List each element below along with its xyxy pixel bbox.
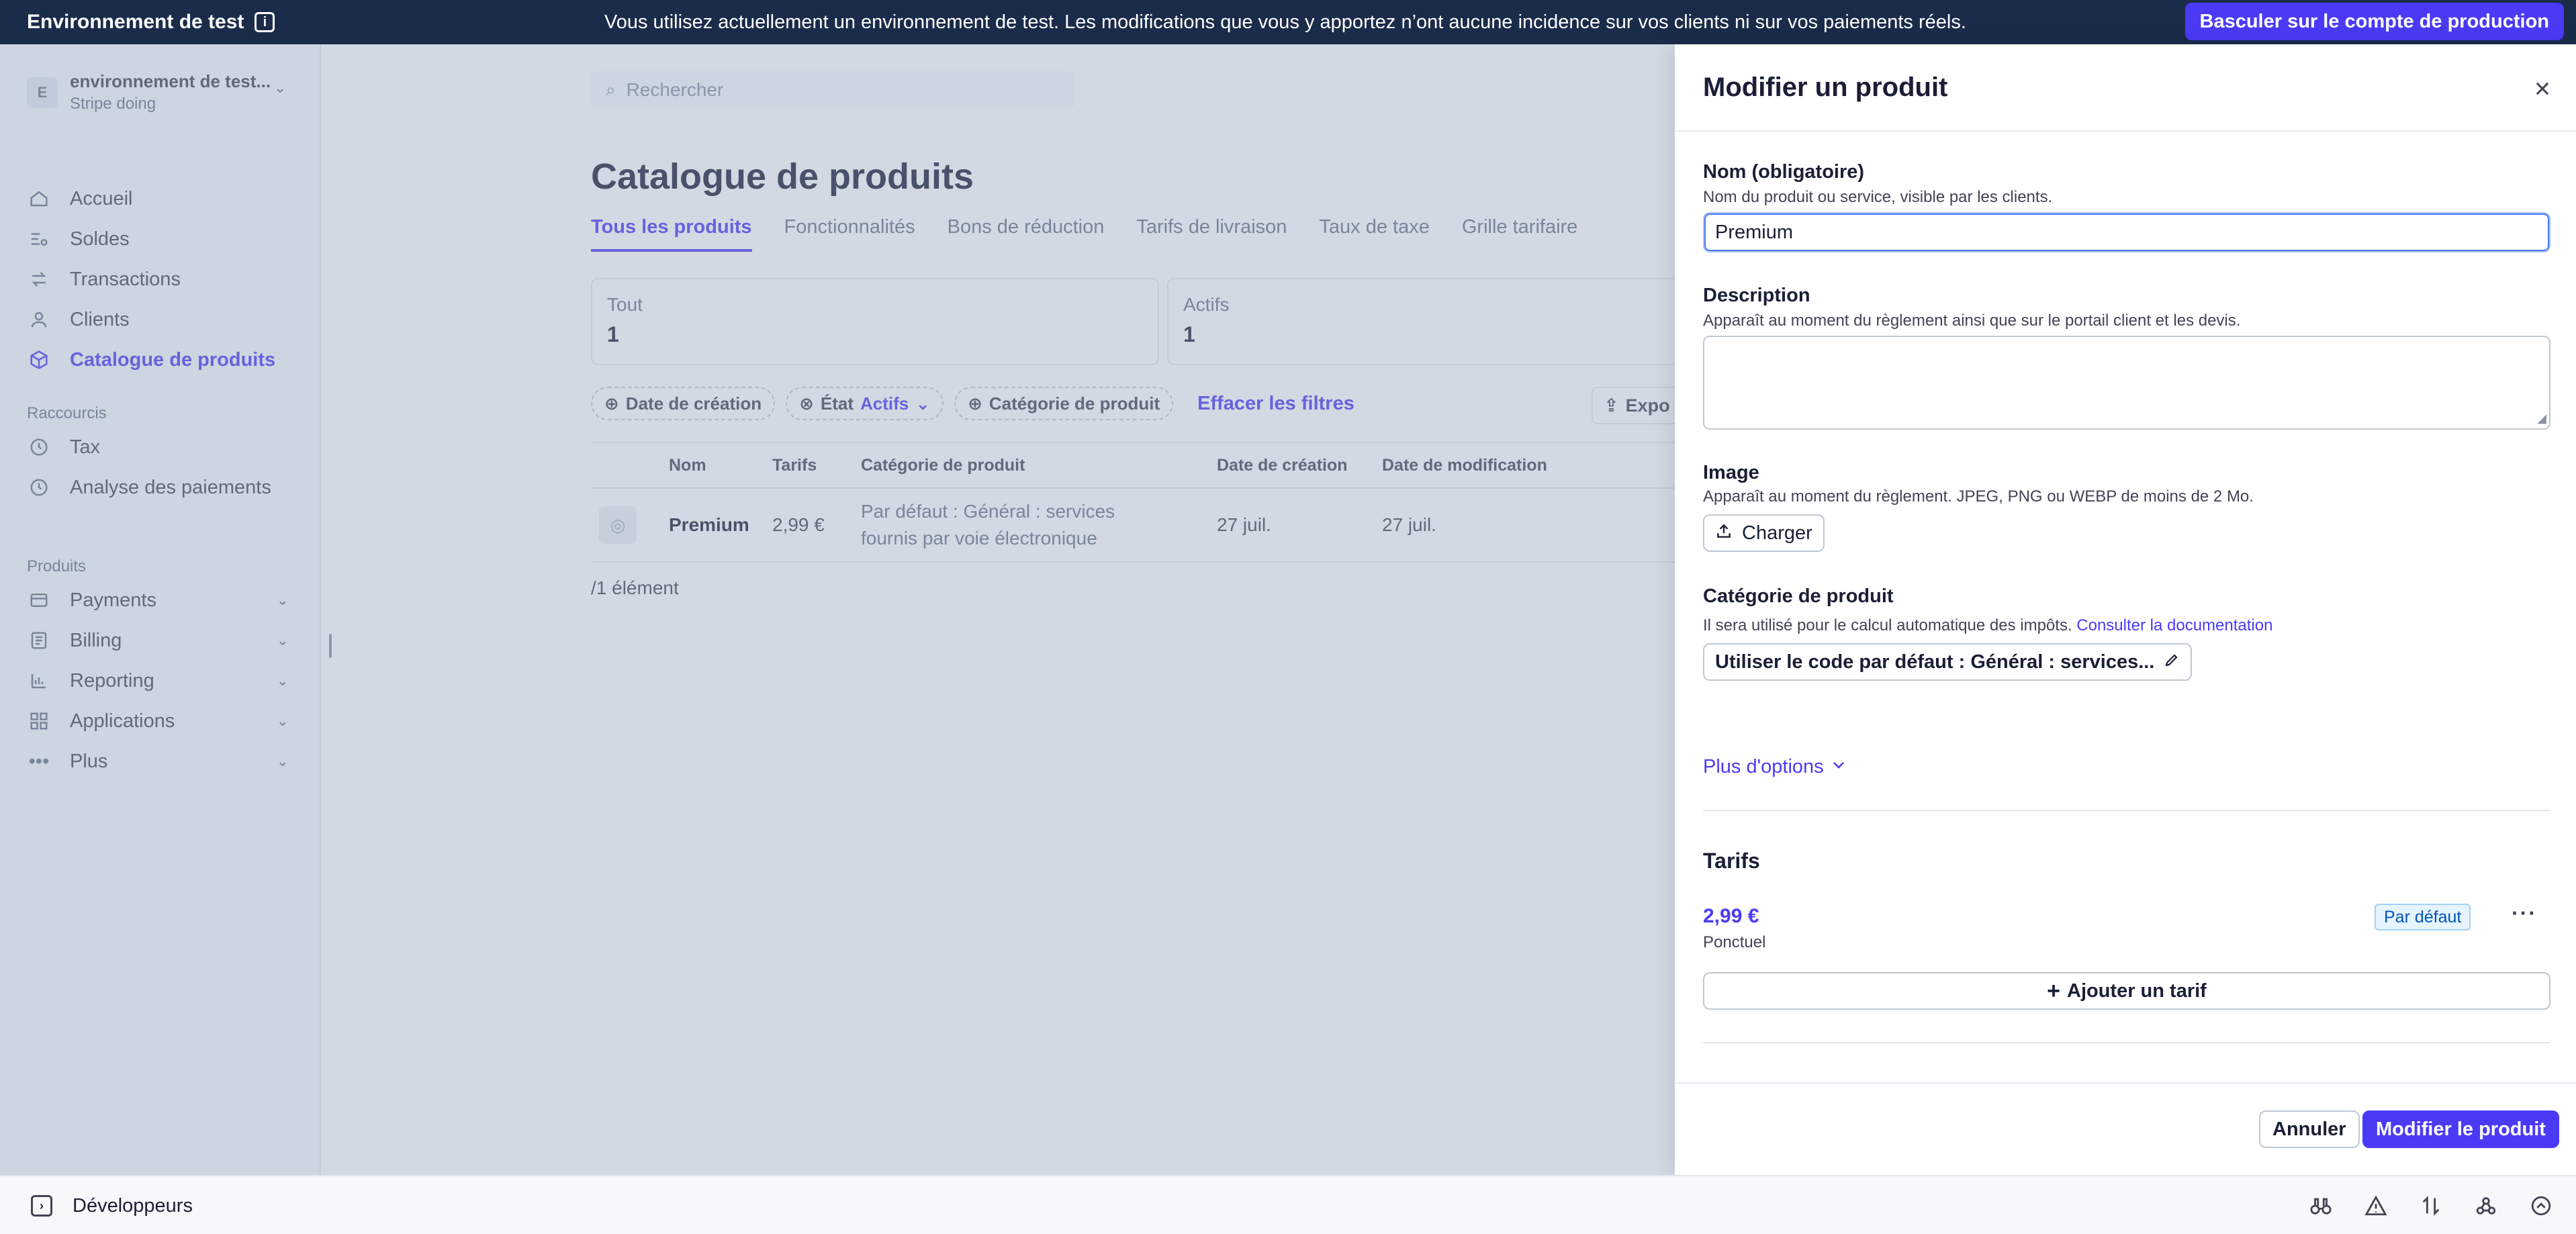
modal-backdrop[interactable] bbox=[0, 44, 1675, 1175]
divider bbox=[1703, 810, 2550, 811]
add-price-button[interactable]: + Ajouter un tarif bbox=[1703, 972, 2550, 1010]
category-label: Catégorie de produit bbox=[1703, 585, 1894, 607]
plus-icon: + bbox=[2047, 978, 2060, 1004]
submit-edit-product-button[interactable]: Modifier le produit bbox=[2362, 1110, 2559, 1148]
sort-arrows-icon[interactable] bbox=[2419, 1194, 2443, 1218]
tax-category-button[interactable]: Utiliser le code par défaut : Général : … bbox=[1703, 643, 2193, 681]
upload-icon bbox=[1715, 522, 1733, 544]
category-help: Il sera utilisé pour le calcul automatiq… bbox=[1703, 616, 2072, 634]
more-options-label: Plus d'options bbox=[1703, 756, 1824, 777]
more-options-toggle[interactable]: Plus d'options bbox=[1703, 756, 1847, 778]
chevron-up-circle-icon[interactable] bbox=[2529, 1194, 2553, 1218]
add-price-label: Ajouter un tarif bbox=[2067, 980, 2207, 1002]
name-help: Nom du produit ou service, visible par l… bbox=[1703, 188, 2053, 206]
divider bbox=[1703, 1042, 2550, 1043]
info-icon[interactable]: i bbox=[255, 12, 275, 32]
developers-toggle[interactable]: › Développeurs bbox=[31, 1176, 193, 1234]
pencil-icon bbox=[2164, 651, 2180, 673]
warning-icon[interactable] bbox=[2364, 1194, 2388, 1218]
price-amount[interactable]: 2,99 € bbox=[1703, 905, 1759, 928]
resize-grip-icon[interactable]: ◢ bbox=[2537, 412, 2546, 426]
tax-category-value: Utiliser le code par défaut : Général : … bbox=[1715, 651, 2155, 673]
upload-image-button[interactable]: Charger bbox=[1703, 514, 1825, 552]
terminal-icon: › bbox=[31, 1195, 52, 1217]
close-icon[interactable] bbox=[2529, 75, 2556, 102]
developers-label: Développeurs bbox=[73, 1194, 193, 1217]
webhooks-icon[interactable] bbox=[2474, 1194, 2498, 1218]
default-price-badge: Par défaut bbox=[2375, 904, 2471, 931]
binoculars-icon[interactable] bbox=[2309, 1194, 2333, 1218]
image-help: Apparaît au moment du règlement. JPEG, P… bbox=[1703, 487, 2254, 506]
developers-toolbar bbox=[2309, 1176, 2553, 1234]
prices-section-title: Tarifs bbox=[1703, 849, 1760, 873]
description-label: Description bbox=[1703, 285, 1810, 306]
price-type: Ponctuel bbox=[1703, 933, 1766, 951]
more-actions-icon[interactable]: ··· bbox=[2512, 901, 2537, 926]
drawer-footer: Annuler Modifier le produit bbox=[1675, 1082, 2576, 1175]
drawer-title: Modifier un produit bbox=[1703, 73, 1948, 102]
cancel-button[interactable]: Annuler bbox=[2259, 1110, 2360, 1148]
developers-bar: › Développeurs bbox=[0, 1175, 2576, 1234]
category-help-group: Il sera utilisé pour le calcul automatiq… bbox=[1703, 616, 2272, 635]
product-name-input[interactable]: Premium bbox=[1703, 212, 2550, 252]
description-help: Apparaît au moment du règlement ainsi qu… bbox=[1703, 312, 2241, 330]
description-textarea[interactable]: ◢ bbox=[1703, 336, 2550, 430]
test-environment-banner: Environnement de test i Vous utilisez ac… bbox=[0, 0, 2576, 44]
documentation-link[interactable]: Consulter la documentation bbox=[2076, 616, 2272, 634]
drawer-header: Modifier un produit bbox=[1675, 44, 2576, 132]
chevron-down-icon bbox=[1831, 756, 1847, 778]
image-label: Image bbox=[1703, 462, 1759, 483]
banner-title-group: Environnement de test i bbox=[27, 0, 275, 44]
upload-label: Charger bbox=[1742, 522, 1812, 544]
edit-product-drawer: Modifier un produit Nom (obligatoire) No… bbox=[1675, 44, 2576, 1175]
banner-title: Environnement de test bbox=[27, 11, 244, 33]
switch-to-production-button[interactable]: Basculer sur le compte de production bbox=[2184, 3, 2564, 40]
banner-message: Vous utilisez actuellement un environnem… bbox=[604, 11, 1966, 33]
name-label: Nom (obligatoire) bbox=[1703, 161, 1865, 183]
